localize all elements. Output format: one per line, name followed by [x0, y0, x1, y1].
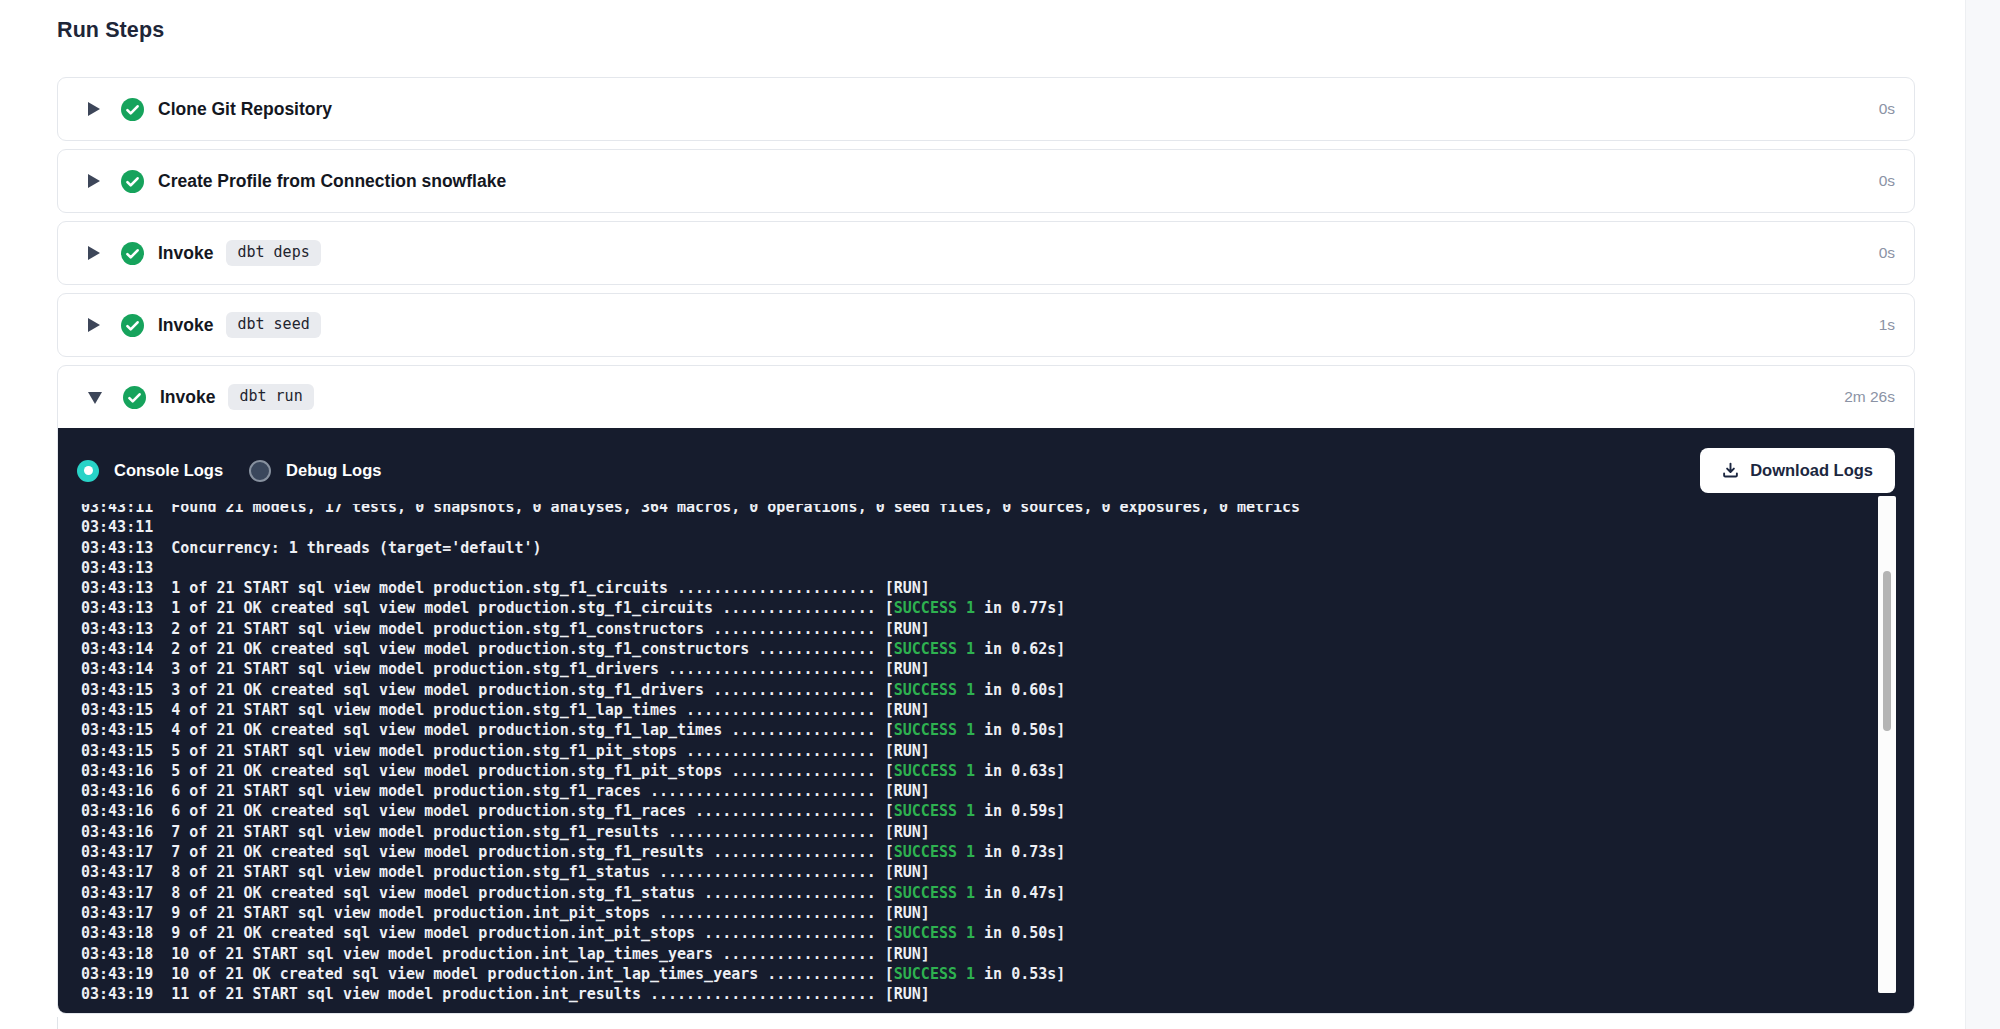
log-line: 03:43:13 1 of 21 OK created sql view mod… — [81, 598, 1861, 618]
log-line: 03:43:14 2 of 21 OK created sql view mod… — [81, 639, 1861, 659]
log-line: 03:43:11 — [81, 517, 1861, 537]
run-steps-list: Clone Git Repository 0s Create Profile f… — [57, 77, 1915, 1014]
radio-unselected-icon[interactable] — [249, 460, 271, 482]
debug-logs-label: Debug Logs — [286, 461, 381, 480]
run-step-label: Invoke — [158, 243, 213, 264]
caret-icon[interactable] — [88, 102, 100, 116]
run-step-command-badge: dbt deps — [226, 240, 320, 266]
run-step-header[interactable]: Invoke dbt deps 0s — [58, 222, 1914, 284]
run-step-command-badge: dbt run — [228, 384, 313, 410]
console-scrollbar-track[interactable] — [1878, 496, 1896, 993]
log-line: 03:43:13 1 of 21 START sql view model pr… — [81, 578, 1861, 598]
log-status-success: SUCCESS 1 — [894, 965, 975, 983]
success-check-icon — [121, 242, 144, 265]
run-step-card: Invoke dbt seed 1s — [57, 293, 1915, 357]
log-line: 03:43:11 Found 21 models, 17 tests, 0 sn… — [81, 504, 1861, 517]
run-step-header[interactable]: Clone Git Repository 0s — [58, 78, 1914, 140]
log-line: 03:43:13 2 of 21 START sql view model pr… — [81, 619, 1861, 639]
log-line: 03:43:17 7 of 21 OK created sql view mod… — [81, 842, 1861, 862]
radio-selected-icon[interactable] — [77, 460, 99, 482]
log-line: 03:43:15 4 of 21 START sql view model pr… — [81, 700, 1861, 720]
log-status-success: SUCCESS 1 — [894, 681, 975, 699]
log-line: 03:43:16 6 of 21 START sql view model pr… — [81, 781, 1861, 801]
debug-logs-option[interactable]: Debug Logs — [249, 460, 381, 482]
run-step-duration: 1s — [1879, 316, 1914, 334]
download-logs-label: Download Logs — [1750, 461, 1873, 480]
log-line: 03:43:15 4 of 21 OK created sql view mod… — [81, 720, 1861, 740]
log-status-success: SUCCESS 1 — [894, 599, 975, 617]
console-log-viewport[interactable]: 03:43:11 Found 21 models, 17 tests, 0 sn… — [81, 504, 1861, 1009]
caret-icon[interactable] — [88, 246, 100, 260]
log-line: 03:43:18 10 of 21 START sql view model p… — [81, 944, 1861, 964]
log-line: 03:43:17 9 of 21 START sql view model pr… — [81, 903, 1861, 923]
run-step-card: Invoke dbt deps 0s — [57, 221, 1915, 285]
console-log-body: 03:43:11 Found 21 models, 17 tests, 0 sn… — [81, 504, 1861, 1004]
console-panel: Console Logs Debug Logs Download Logs 03… — [58, 428, 1914, 1013]
log-status-success: SUCCESS 1 — [894, 721, 975, 739]
run-step-duration: 0s — [1879, 244, 1914, 262]
log-line: 03:43:18 9 of 21 OK created sql view mod… — [81, 923, 1861, 943]
success-check-icon — [121, 98, 144, 121]
run-step-card: Invoke dbt run 2m 26s Console Logs Debug… — [57, 365, 1915, 1014]
run-step-label: Create Profile from Connection snowflake — [158, 171, 506, 192]
log-status-success: SUCCESS 1 — [894, 924, 975, 942]
success-check-icon — [121, 314, 144, 337]
log-line: 03:43:17 8 of 21 OK created sql view mod… — [81, 883, 1861, 903]
console-logs-label: Console Logs — [114, 461, 223, 480]
log-line: 03:43:16 5 of 21 OK created sql view mod… — [81, 761, 1861, 781]
run-step-header[interactable]: Invoke dbt run 2m 26s — [58, 366, 1914, 428]
log-status-success: SUCCESS 1 — [894, 843, 975, 861]
run-step-label: Invoke — [160, 387, 215, 408]
log-status-success: SUCCESS 1 — [894, 884, 975, 902]
run-step-label: Clone Git Repository — [158, 99, 332, 120]
log-line: 03:43:15 3 of 21 OK created sql view mod… — [81, 680, 1861, 700]
run-step-header[interactable]: Create Profile from Connection snowflake… — [58, 150, 1914, 212]
run-step-duration: 2m 26s — [1844, 388, 1914, 406]
run-step-command-badge: dbt seed — [226, 312, 320, 338]
log-line: 03:43:17 8 of 21 START sql view model pr… — [81, 862, 1861, 882]
run-step-duration: 0s — [1879, 100, 1914, 118]
log-line: 03:43:14 3 of 21 START sql view model pr… — [81, 659, 1861, 679]
log-line: 03:43:15 5 of 21 START sql view model pr… — [81, 741, 1861, 761]
run-step-header[interactable]: Invoke dbt seed 1s — [58, 294, 1914, 356]
page-right-gutter — [1965, 0, 2000, 1029]
log-status-success: SUCCESS 1 — [894, 802, 975, 820]
console-toolbar: Console Logs Debug Logs Download Logs — [58, 428, 1914, 493]
success-check-icon — [121, 170, 144, 193]
run-step-duration: 0s — [1879, 172, 1914, 190]
success-check-icon — [123, 386, 146, 409]
caret-icon[interactable] — [88, 318, 100, 332]
log-line: 03:43:19 10 of 21 OK created sql view mo… — [81, 964, 1861, 984]
console-scrollbar-thumb[interactable] — [1883, 571, 1891, 731]
log-status-success: SUCCESS 1 — [894, 762, 975, 780]
console-logs-option[interactable]: Console Logs — [77, 460, 223, 482]
log-line: 03:43:19 11 of 21 START sql view model p… — [81, 984, 1861, 1004]
caret-icon[interactable] — [88, 392, 102, 404]
log-line: 03:43:16 6 of 21 OK created sql view mod… — [81, 801, 1861, 821]
run-step-label: Invoke — [158, 315, 213, 336]
log-line: 03:43:13 — [81, 558, 1861, 578]
log-line: 03:43:16 7 of 21 START sql view model pr… — [81, 822, 1861, 842]
download-logs-button[interactable]: Download Logs — [1700, 448, 1895, 493]
run-step-card: Clone Git Repository 0s — [57, 77, 1915, 141]
download-icon — [1722, 462, 1739, 479]
log-line: 03:43:13 Concurrency: 1 threads (target=… — [81, 538, 1861, 558]
page-title: Run Steps — [57, 18, 1915, 43]
run-steps-page: Run Steps Clone Git Repository 0s Create… — [57, 0, 1915, 1022]
run-step-card: Create Profile from Connection snowflake… — [57, 149, 1915, 213]
caret-icon[interactable] — [88, 174, 100, 188]
log-status-success: SUCCESS 1 — [894, 640, 975, 658]
